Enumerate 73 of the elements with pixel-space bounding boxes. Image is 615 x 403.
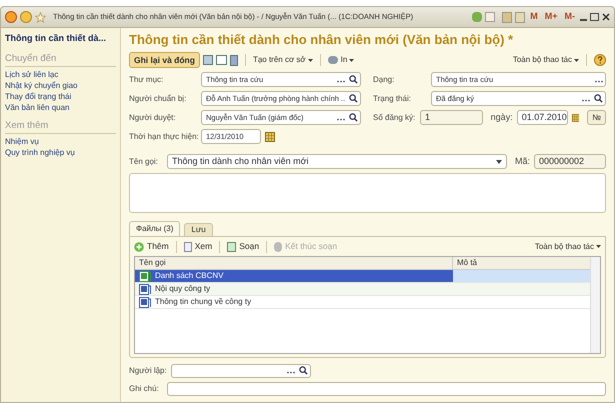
plus-icon[interactable]	[134, 242, 144, 252]
ellipsis-icon[interactable]	[337, 80, 345, 83]
caret-icon	[574, 58, 579, 62]
sidebar-header: Thông tin cần thiết dà...	[5, 32, 107, 45]
ellipsis-icon[interactable]	[582, 99, 590, 102]
table-cell: Nội quy công ty	[155, 283, 210, 295]
column-header[interactable]: Tên gọi	[135, 257, 453, 269]
document-icon	[139, 296, 151, 308]
caret-icon	[349, 58, 354, 62]
sidebar-section-title: Chuyển đến	[5, 52, 116, 67]
search-icon	[349, 113, 358, 122]
search-icon	[349, 94, 358, 103]
help-icon[interactable]	[594, 54, 606, 66]
table-row[interactable]: Thông tin chung về công ty	[135, 296, 590, 309]
maximize-icon[interactable]	[590, 13, 599, 21]
all-actions-menu[interactable]: Toàn bộ thao tác	[512, 54, 579, 66]
sidebar-link[interactable]: Nhiệm vụ	[5, 136, 116, 147]
field-label: Số đăng ký:	[373, 112, 416, 124]
tab[interactable]: Файлы (3)	[129, 221, 180, 236]
star-icon[interactable]	[35, 12, 46, 22]
spreadsheet-icon	[139, 270, 151, 282]
ellipsis-icon[interactable]	[337, 118, 345, 121]
table-cell: Danh sách CBCNV	[155, 270, 224, 282]
memory-button[interactable]: M	[528, 10, 540, 24]
column-header[interactable]: Mô tả	[453, 257, 590, 269]
date-field[interactable]: 01.07.2010	[516, 110, 568, 125]
sidebar-link[interactable]: Văn bản liên quan	[5, 102, 116, 113]
field-label: Ghi chú:	[129, 382, 160, 394]
edit-button[interactable]: Soạn	[239, 240, 260, 253]
field-label: Người chuẩn bị:	[129, 92, 188, 104]
field-label: ngày:	[490, 110, 513, 124]
input-field[interactable]	[170, 364, 311, 378]
table-cell: Thông tin chung về công ty	[155, 296, 252, 308]
sidebar-link[interactable]: Quy trình nghiệp vụ	[5, 147, 116, 158]
print-menu[interactable]: In	[340, 54, 354, 66]
save-and-close-button[interactable]: Ghi lại và đóng	[129, 52, 200, 68]
ellipsis-icon[interactable]	[286, 370, 295, 374]
input-field[interactable]: 000000002	[534, 154, 606, 169]
field-label: Trạng thái:	[373, 92, 412, 104]
input-field[interactable]: 1	[420, 110, 483, 125]
field-label: Thư mục:	[129, 74, 164, 86]
input-field[interactable]: Thông tin dành cho nhân viên mới	[167, 154, 507, 169]
add-button[interactable]: Thêm	[147, 240, 169, 253]
sidebar-link[interactable]: Thay đổi trạng thái	[5, 90, 116, 102]
field-label: Dạng:	[373, 74, 396, 86]
field-label: Mã:	[514, 154, 530, 168]
document-icon[interactable]	[184, 242, 192, 252]
ellipsis-icon[interactable]	[595, 80, 603, 83]
search-icon	[298, 366, 308, 375]
number-button[interactable]: №	[587, 110, 606, 125]
view-button[interactable]: Xem	[194, 240, 212, 253]
create-based-on-menu[interactable]: Tạo trên cơ sở	[252, 54, 313, 66]
search-icon	[349, 75, 358, 84]
document-icon	[139, 284, 151, 294]
caret-icon	[308, 58, 313, 62]
caret-icon	[596, 245, 601, 248]
sidebar-link[interactable]: Lịch sử liên lạc	[5, 68, 116, 80]
close-icon[interactable]	[602, 13, 610, 21]
field-label: Người duyệt:	[129, 112, 177, 124]
memory-button[interactable]: M-	[562, 10, 577, 24]
field-label: Người lập:	[129, 364, 167, 376]
field-label: Thời hạn thực hiện:	[129, 130, 200, 142]
tab[interactable]: Lưu	[184, 223, 213, 236]
sidebar-link[interactable]: Nhật ký chuyển giao	[5, 80, 116, 91]
table-row[interactable]: Nội quy công ty	[135, 283, 590, 296]
sidebar-section-title: Xem thêm	[5, 118, 116, 134]
memory-button[interactable]: M+	[542, 10, 560, 24]
all-actions-menu[interactable]: Toàn bộ thao tác	[534, 240, 601, 252]
search-icon	[594, 94, 603, 103]
table-row[interactable]: Danh sách CBCNV	[135, 270, 590, 283]
form-title: Thông tin cần thiết dành cho nhân viên mới (Văn bản nội bộ) *	[129, 31, 514, 49]
field-label: Tên gọi:	[129, 156, 159, 168]
input-field[interactable]	[167, 382, 606, 396]
